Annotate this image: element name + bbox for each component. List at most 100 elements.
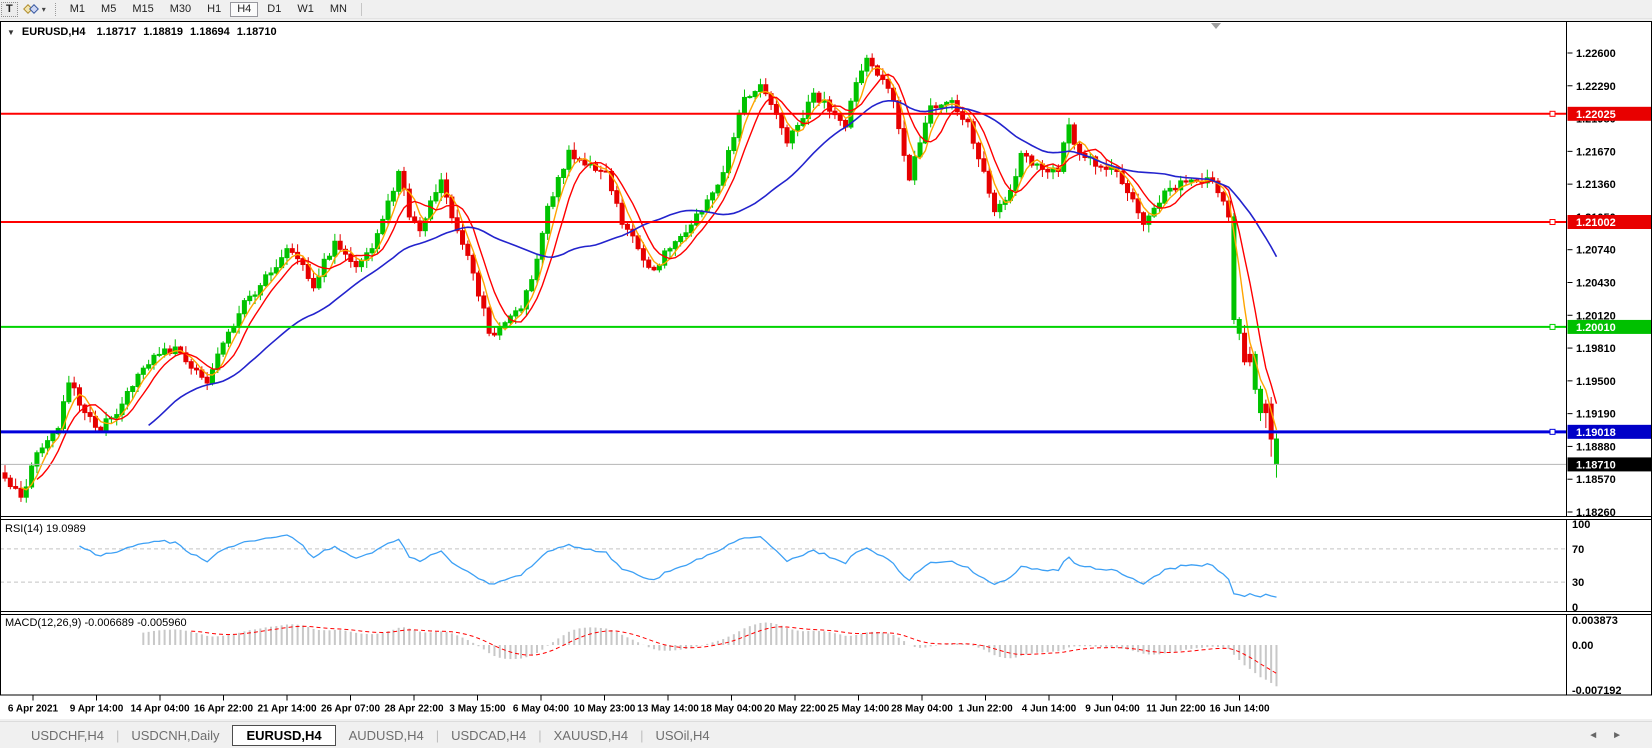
timeframe-button-mn[interactable]: MN: [323, 2, 354, 17]
tab-usdcad-h4[interactable]: USDCAD,H4: [440, 725, 537, 746]
shapes-icon[interactable]: ▾: [22, 3, 46, 16]
candle: [647, 260, 651, 267]
candle: [14, 487, 18, 489]
candle: [796, 125, 800, 131]
candle: [195, 368, 199, 370]
candle: [163, 349, 167, 354]
candle: [221, 343, 225, 354]
candle: [641, 249, 645, 260]
tab-usdchf-h4[interactable]: USDCHF,H4: [20, 725, 115, 746]
candle: [1274, 439, 1278, 464]
tab-audusd-h4[interactable]: AUDUSD,H4: [338, 725, 435, 746]
price-tick-label: 1.20430: [1576, 277, 1616, 289]
tab-scroll-right-icon[interactable]: ►: [1612, 730, 1636, 741]
candle: [301, 259, 305, 265]
candle: [1062, 143, 1066, 172]
candle: [711, 193, 715, 200]
candle: [1046, 169, 1050, 171]
candle: [216, 354, 220, 370]
timeframe-button-d1[interactable]: D1: [260, 2, 288, 17]
candle: [732, 138, 736, 151]
candle: [583, 160, 587, 165]
candle: [790, 131, 794, 143]
tab-scroll-arrows[interactable]: ◄►: [1588, 730, 1636, 741]
candle: [317, 277, 321, 288]
date-tick-label: 16 Jun 14:00: [1209, 704, 1269, 715]
candle: [290, 249, 294, 253]
timeframe-button-m1[interactable]: M1: [63, 2, 92, 17]
candle: [987, 171, 991, 193]
candle: [51, 434, 55, 441]
timeframe-button-m30[interactable]: M30: [163, 2, 198, 17]
candle: [652, 267, 656, 269]
hline-price-label-text: 1.19018: [1576, 427, 1616, 439]
date-tick-label: 13 May 14:00: [637, 704, 699, 715]
candle: [1147, 216, 1151, 224]
candle: [567, 150, 571, 169]
tab-usdcnh-daily[interactable]: USDCNH,Daily: [120, 725, 230, 746]
candle: [264, 275, 268, 286]
candle: [1078, 144, 1082, 153]
candle: [546, 206, 550, 233]
candle: [1163, 191, 1167, 203]
price-tick-label: 1.22290: [1576, 81, 1616, 93]
candle: [695, 214, 699, 225]
candle: [40, 448, 44, 453]
timeframe-button-h1[interactable]: H1: [200, 2, 228, 17]
candle: [471, 255, 475, 273]
tab-usoil-h4[interactable]: USOil,H4: [644, 725, 720, 746]
date-tick-label: 11 Jun 22:00: [1146, 704, 1206, 715]
timeframe-button-m5[interactable]: M5: [94, 2, 123, 17]
symbol-dropdown-icon[interactable]: ▼: [7, 28, 15, 37]
hline-price-label-text: 1.20010: [1576, 322, 1616, 334]
price-tick-label: 1.19810: [1576, 343, 1616, 355]
candle: [242, 301, 246, 314]
candle: [115, 415, 119, 418]
candle: [1019, 153, 1023, 176]
tab-eurusd-h4[interactable]: EURUSD,H4: [232, 725, 335, 746]
candle: [1035, 164, 1039, 165]
candle: [1024, 153, 1028, 156]
candle: [934, 106, 938, 108]
timeframe-button-h4[interactable]: H4: [230, 2, 258, 17]
hline-handle: [1550, 220, 1555, 225]
date-tick-label: 28 Apr 22:00: [384, 704, 444, 715]
candle: [253, 295, 257, 296]
candle: [248, 296, 252, 300]
candle: [551, 197, 555, 207]
chart-canvas[interactable]: 1.226001.222901.219801.216701.213601.210…: [0, 21, 1652, 719]
candle: [1173, 188, 1177, 189]
timeframe-button-m15[interactable]: M15: [125, 2, 160, 17]
text-tool-button[interactable]: T: [1, 2, 18, 17]
candle: [780, 114, 784, 127]
candle: [88, 413, 92, 417]
candle: [785, 128, 789, 143]
candle: [104, 419, 108, 431]
tab-scroll-left-icon[interactable]: ◄: [1588, 730, 1612, 741]
candle: [19, 488, 23, 497]
hline-price-label-text: 1.22025: [1576, 109, 1616, 121]
candle: [758, 85, 762, 92]
tab-xauusd-h4[interactable]: XAUUSD,H4: [543, 725, 639, 746]
candle: [370, 249, 374, 253]
candle: [1067, 125, 1071, 143]
candle: [907, 155, 911, 180]
hline-handle: [1550, 429, 1555, 434]
macd-axis-label: 0.003873: [1572, 615, 1618, 627]
candle: [902, 129, 906, 156]
candle: [684, 233, 688, 237]
price-tick-label: 1.19190: [1576, 409, 1616, 421]
candle: [817, 93, 821, 102]
date-tick-label: 28 May 04:00: [891, 704, 953, 715]
candle: [562, 169, 566, 177]
shapes-icon-glyph: [22, 3, 40, 16]
candle: [599, 170, 603, 171]
timeframe-button-w1[interactable]: W1: [290, 2, 321, 17]
candle: [482, 296, 486, 308]
candle: [72, 383, 76, 388]
candle: [354, 261, 358, 266]
candle: [1264, 404, 1268, 412]
trading-terminal: T ▾ M1M5M15M30H1H4D1W1MN 1.226001.222901…: [0, 0, 1652, 747]
candle: [3, 473, 7, 478]
candle: [205, 377, 209, 383]
